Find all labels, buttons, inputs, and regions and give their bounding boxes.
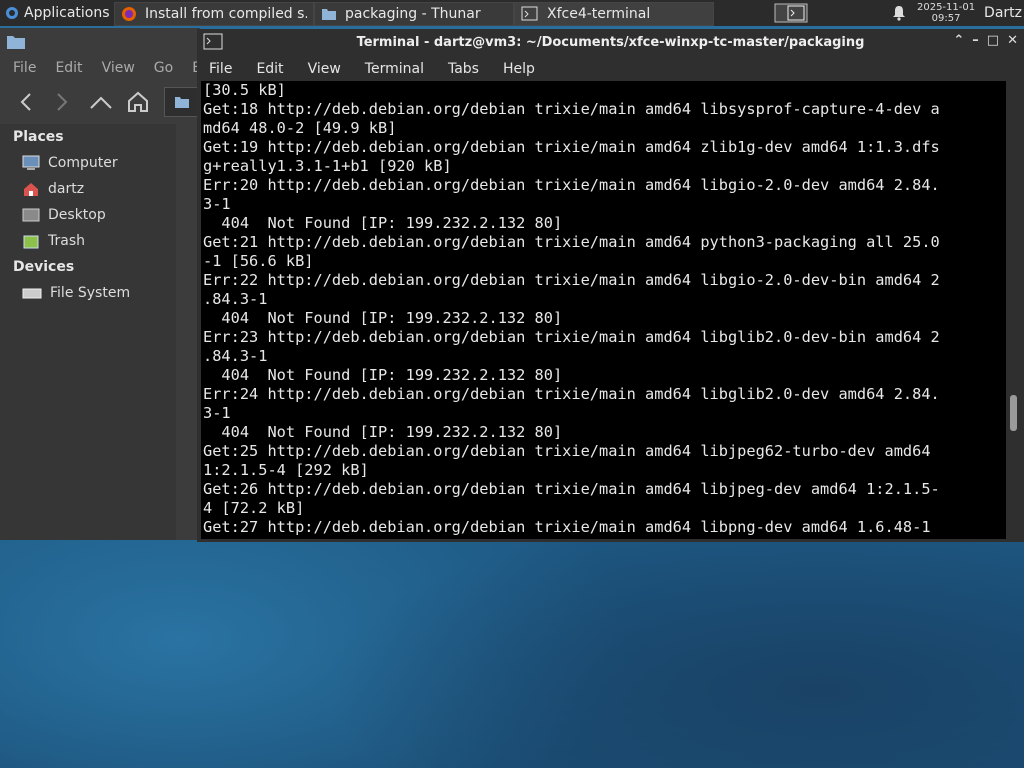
menu-terminal[interactable]: Terminal xyxy=(353,61,436,77)
terminal-line: Get:18 http://deb.debian.org/debian trix… xyxy=(203,100,940,118)
taskbar-item-thunar[interactable]: packaging - Thunar xyxy=(314,1,514,26)
terminal-line: .84.3-1 xyxy=(203,347,268,365)
taskbar-item-terminal[interactable]: Xfce4-terminal xyxy=(514,1,714,26)
location-bar[interactable] xyxy=(164,87,200,117)
close-button[interactable]: ✕ xyxy=(1007,33,1018,48)
taskbar-item-firefox[interactable]: Install from compiled s... xyxy=(114,1,314,26)
terminal-line: 404 Not Found [IP: 199.232.2.132 80] xyxy=(203,309,563,327)
terminal-line: [30.5 kB] xyxy=(203,81,286,99)
terminal-line: Get:25 http://deb.debian.org/debian trix… xyxy=(203,442,931,460)
terminal-line: .84.3-1 xyxy=(203,290,268,308)
sidebar-item-label: Trash xyxy=(48,233,85,249)
terminal-output: [30.5 kB] Get:18 http://deb.debian.org/de… xyxy=(201,81,1006,537)
sidebar-item-label: Computer xyxy=(48,155,118,171)
home-folder-icon xyxy=(22,181,40,197)
up-arrow-icon[interactable] xyxy=(89,92,113,112)
terminal-line: Get:26 http://deb.debian.org/debian trix… xyxy=(203,480,940,498)
folder-icon xyxy=(321,7,337,21)
terminal-line: 1:2.1.5-4 [292 kB] xyxy=(203,461,369,479)
terminal-line: 4 [72.2 kB] xyxy=(203,499,305,517)
xfce-logo-icon xyxy=(4,5,20,21)
terminal-titlebar[interactable]: Terminal - dartz@vm3: ~/Documents/xfce-w… xyxy=(197,29,1024,56)
terminal-line: Get:19 http://deb.debian.org/debian trix… xyxy=(203,138,940,156)
workspace-switcher-icon[interactable] xyxy=(774,3,808,23)
clock-time: 09:57 xyxy=(931,13,961,24)
terminal-line: 404 Not Found [IP: 199.232.2.132 80] xyxy=(203,214,563,232)
devices-header: Devices xyxy=(13,259,75,275)
sidebar-item-filesystem[interactable]: File System xyxy=(0,280,176,306)
sidebar: Places Computer dartz Desktop Trash Devi… xyxy=(0,124,176,540)
terminal-scrollbar[interactable] xyxy=(1009,81,1019,539)
terminal-line: md64 48.0-2 [49.9 kB] xyxy=(203,119,397,137)
sidebar-item-label: Desktop xyxy=(48,207,106,223)
sidebar-item-label: File System xyxy=(50,285,131,301)
terminal-line: Get:21 http://deb.debian.org/debian trix… xyxy=(203,233,940,251)
terminal-line: 404 Not Found [IP: 199.232.2.132 80] xyxy=(203,366,563,384)
menu-tabs[interactable]: Tabs xyxy=(436,61,491,77)
applications-label: Applications xyxy=(24,5,110,21)
menu-help[interactable]: Help xyxy=(491,61,547,77)
places-header: Places xyxy=(13,129,64,145)
clock[interactable]: 2025-11-01 09:57 xyxy=(914,2,978,24)
desktop-icon xyxy=(22,207,40,223)
sidebar-item-computer[interactable]: Computer xyxy=(0,150,176,176)
terminal-window: Terminal - dartz@vm3: ~/Documents/xfce-w… xyxy=(197,29,1024,542)
menu-view[interactable]: View xyxy=(296,61,353,77)
back-arrow-icon[interactable] xyxy=(18,92,34,112)
home-icon[interactable] xyxy=(126,90,150,114)
clock-date: 2025-11-01 xyxy=(916,2,976,13)
firefox-icon xyxy=(121,6,137,22)
terminal-line: -1 [56.6 kB] xyxy=(203,252,314,270)
top-panel: Applications Install from compiled s... … xyxy=(0,0,1024,26)
menu-go[interactable]: Go xyxy=(141,56,179,80)
notification-bell-icon[interactable] xyxy=(892,5,906,21)
terminal-screen[interactable]: [30.5 kB] Get:18 http://deb.debian.org/de… xyxy=(201,81,1006,539)
trash-icon xyxy=(22,233,40,249)
terminal-line: Err:22 http://deb.debian.org/debian trix… xyxy=(203,271,940,289)
scrollbar-thumb[interactable] xyxy=(1010,395,1017,431)
window-title: Terminal - dartz@vm3: ~/Documents/xfce-w… xyxy=(356,35,865,50)
applications-menu[interactable]: Applications xyxy=(0,0,114,26)
menu-view[interactable]: View xyxy=(89,56,141,80)
thunar-window: File Edit View Go Boo Places Computer da… xyxy=(0,28,219,540)
terminal-line: 404 Not Found [IP: 199.232.2.132 80] xyxy=(203,423,563,441)
taskbar-item-label: packaging - Thunar xyxy=(345,5,481,22)
terminal-line: g+really1.3.1-1+b1 [920 kB] xyxy=(203,157,452,175)
forward-arrow-icon[interactable] xyxy=(54,92,70,112)
sidebar-item-trash[interactable]: Trash xyxy=(0,228,176,254)
terminal-line: Err:24 http://deb.debian.org/debian trix… xyxy=(203,385,940,403)
menu-file[interactable]: File xyxy=(0,56,42,80)
minimize-button[interactable]: – xyxy=(972,33,979,48)
drive-icon xyxy=(22,286,42,300)
computer-icon xyxy=(22,155,40,171)
sidebar-item-label: dartz xyxy=(48,181,85,197)
terminal-line: 3-1 xyxy=(203,404,231,422)
terminal-line: Err:23 http://deb.debian.org/debian trix… xyxy=(203,328,940,346)
terminal-line: Err:20 http://deb.debian.org/debian trix… xyxy=(203,176,940,194)
sidebar-item-desktop[interactable]: Desktop xyxy=(0,202,176,228)
menu-edit[interactable]: Edit xyxy=(244,61,295,77)
maximize-button[interactable]: □ xyxy=(987,33,999,48)
terminal-line: Get:27 http://deb.debian.org/debian trix… xyxy=(203,518,931,536)
sidebar-item-dartz[interactable]: dartz xyxy=(0,176,176,202)
terminal-line: 3-1 xyxy=(203,195,231,213)
shade-button[interactable]: ⌃ xyxy=(953,33,964,48)
taskbar-item-label: Xfce4-terminal xyxy=(547,5,651,22)
menu-file[interactable]: File xyxy=(197,61,244,77)
taskbar-item-label: Install from compiled s... xyxy=(145,5,307,22)
user-name[interactable]: Dartz xyxy=(984,5,1022,21)
menu-edit[interactable]: Edit xyxy=(42,56,88,80)
terminal-icon xyxy=(521,6,539,22)
folder-icon xyxy=(6,34,26,50)
